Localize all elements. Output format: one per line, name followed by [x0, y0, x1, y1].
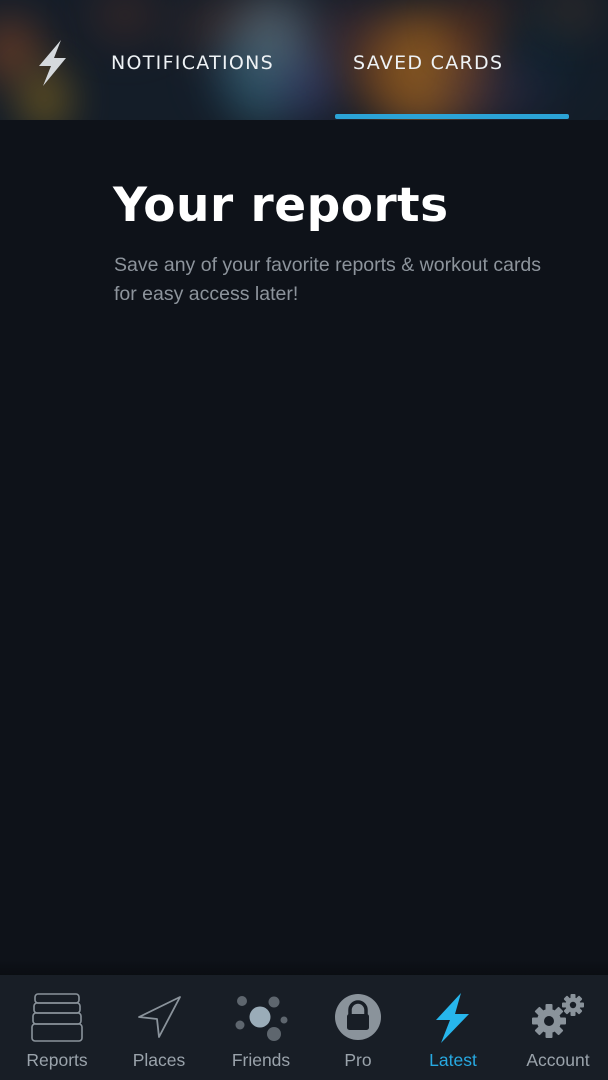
nav-item-friends[interactable]: Friends [204, 975, 318, 1080]
saved-cards-content: Your reports Save any of your favorite r… [0, 120, 608, 975]
header-background-blur [90, 0, 160, 40]
friends-dots-icon [235, 996, 288, 1041]
nav-label: Places [132, 1050, 186, 1070]
nav-item-account[interactable]: Account [508, 975, 608, 1080]
header: NOTIFICATIONS SAVED CARDS [0, 0, 608, 120]
stacked-cards-icon [31, 993, 83, 1042]
nav-label: Pro [344, 1050, 372, 1070]
nav-item-reports[interactable]: Reports [0, 975, 114, 1080]
bottom-nav: Reports Places Friends Pro Latest Accoun… [0, 975, 608, 1080]
header-background-blur [280, 50, 340, 120]
nav-label: Latest [429, 1050, 477, 1070]
lightning-bolt-icon[interactable] [34, 39, 70, 87]
nav-label: Friends [231, 1050, 291, 1070]
navigation-arrow-icon [138, 996, 181, 1038]
active-tab-indicator [335, 114, 569, 119]
nav-item-latest[interactable]: Latest [398, 975, 508, 1080]
gears-icon [532, 994, 584, 1038]
nav-item-places[interactable]: Places [114, 975, 204, 1080]
tab-notifications[interactable]: NOTIFICATIONS [111, 52, 274, 74]
nav-label: Account [526, 1050, 590, 1070]
header-background-blur [500, 10, 580, 100]
page-title: Your reports [113, 178, 449, 233]
lightning-bolt-icon [436, 993, 469, 1043]
header-background-blur [540, 0, 600, 30]
lock-icon [335, 994, 381, 1040]
tab-saved-cards[interactable]: SAVED CARDS [353, 52, 503, 74]
app-root: NOTIFICATIONS SAVED CARDS Your reports S… [0, 0, 608, 1080]
empty-state-description: Save any of your favorite reports & work… [114, 254, 542, 305]
header-background-blur [180, 0, 270, 60]
nav-label: Reports [26, 1050, 88, 1070]
nav-item-pro[interactable]: Pro [318, 975, 398, 1080]
nav-shadow [0, 960, 608, 976]
header-background-blur [450, 0, 520, 50]
